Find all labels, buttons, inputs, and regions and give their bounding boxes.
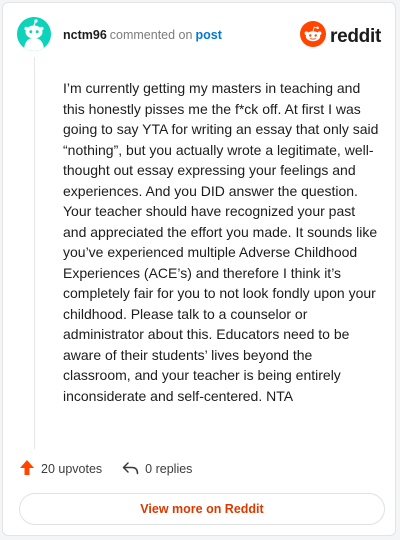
replies-button[interactable]: 0 replies xyxy=(122,461,192,478)
post-link[interactable]: post xyxy=(195,28,221,42)
upvote-arrow-icon xyxy=(19,459,35,479)
username[interactable]: nctm96 xyxy=(63,28,107,42)
reddit-brand[interactable]: reddit xyxy=(300,21,381,52)
reply-count: 0 replies xyxy=(145,462,193,476)
view-more-button[interactable]: View more on Reddit xyxy=(19,493,385,525)
comment-actions: 20 upvotes 0 replies xyxy=(19,459,192,479)
commented-on-label: commented on xyxy=(109,28,193,42)
reply-arrow-icon xyxy=(122,461,139,478)
thread-line xyxy=(34,57,35,449)
comment-card: nctm96commented onpost reddit I’m curr xyxy=(2,2,396,536)
upvote-count: 20 upvotes xyxy=(41,462,103,476)
comment-body: I’m currently getting my masters in teac… xyxy=(63,80,379,404)
reddit-wordmark: reddit xyxy=(330,25,381,47)
comment-header: nctm96 commented on post reddit xyxy=(17,17,381,53)
upvote-button[interactable]: 20 upvotes xyxy=(19,459,102,479)
comment-meta: nctm96 commented on post xyxy=(63,27,222,43)
reddit-logo-icon xyxy=(300,21,327,52)
snoo-avatar-icon[interactable] xyxy=(17,17,51,51)
